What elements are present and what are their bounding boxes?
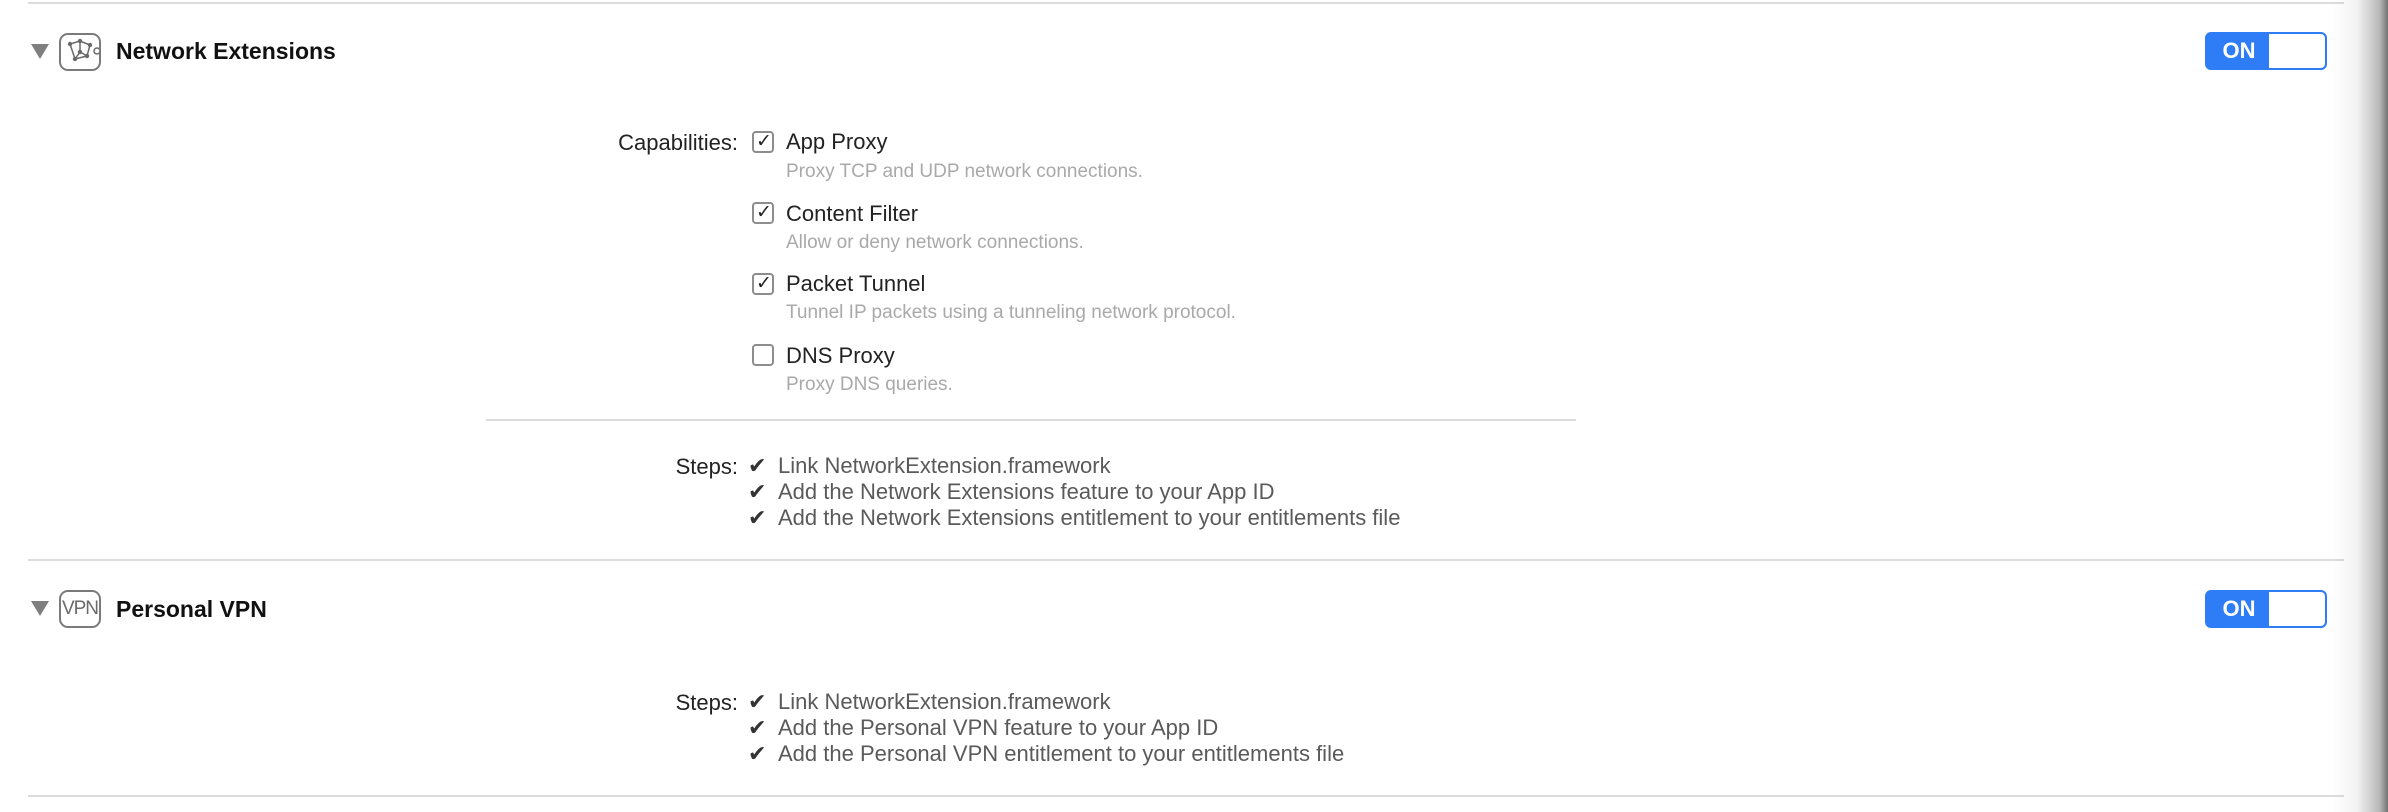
checkbox-dns-proxy[interactable]	[752, 344, 774, 366]
disclosure-triangle-personal-vpn[interactable]	[31, 601, 49, 616]
toggle-knob	[2269, 592, 2325, 626]
capability-description-app-proxy: Proxy TCP and UDP network connections.	[786, 161, 1143, 182]
checkbox-packet-tunnel[interactable]: ✓	[752, 273, 774, 295]
toggle-knob	[2269, 34, 2325, 68]
checkmark-icon: ✓	[756, 202, 772, 223]
vpn-icon-text: VPN	[61, 598, 99, 619]
step-text: Add the Network Extensions entitlement t…	[778, 505, 1401, 530]
capability-description-content-filter: Allow or deny network connections.	[786, 232, 1084, 253]
capability-label-app-proxy: App Proxy	[786, 129, 888, 154]
toggle-label: ON	[2222, 596, 2256, 621]
step-text: Link NetworkExtension.framework	[778, 689, 1111, 714]
checkbox-app-proxy[interactable]: ✓	[752, 131, 774, 153]
capability-label-dns-proxy: DNS Proxy	[786, 343, 895, 368]
step-text: Link NetworkExtension.framework	[778, 453, 1111, 478]
step-check-icon: ✔	[748, 479, 767, 504]
network-extensions-toggle[interactable]: ON	[2205, 32, 2327, 70]
section-title: Personal VPN	[116, 596, 267, 622]
step-text: Add the Personal VPN entitlement to your…	[778, 741, 1345, 766]
capability-description-packet-tunnel: Tunnel IP packets using a tunneling netw…	[786, 302, 1236, 323]
section-title: Network Extensions	[116, 38, 336, 64]
step-check-icon: ✔	[748, 453, 767, 478]
capability-description-dns-proxy: Proxy DNS queries.	[786, 374, 953, 395]
capabilities-divider	[486, 419, 1576, 421]
step-check-icon: ✔	[748, 715, 767, 740]
step-text: Add the Personal VPN feature to your App…	[778, 715, 1219, 740]
checkbox-content-filter[interactable]: ✓	[752, 202, 774, 224]
step-check-icon: ✔	[748, 741, 767, 766]
capability-label-content-filter: Content Filter	[786, 201, 919, 226]
network-extensions-icon	[59, 33, 101, 71]
section-divider	[28, 559, 2344, 561]
disclosure-triangle-network-extensions[interactable]	[31, 44, 49, 59]
divider-top	[28, 2, 2344, 4]
capability-label-packet-tunnel: Packet Tunnel	[786, 271, 926, 296]
personal-vpn-toggle[interactable]: ON	[2205, 590, 2327, 628]
step-text: Add the Network Extensions feature to yo…	[778, 479, 1275, 504]
steps-label: Steps:	[675, 454, 738, 479]
checkmark-icon: ✓	[756, 131, 772, 152]
capabilities-label: Capabilities:	[618, 130, 738, 155]
checkmark-icon: ✓	[756, 273, 772, 294]
steps-label: Steps:	[675, 690, 738, 715]
window-edge-shadow	[2332, 0, 2388, 812]
step-check-icon: ✔	[748, 689, 767, 714]
vpn-icon: VPN	[59, 590, 101, 628]
section-divider	[28, 795, 2344, 797]
step-check-icon: ✔	[748, 505, 767, 530]
toggle-label: ON	[2222, 38, 2256, 63]
